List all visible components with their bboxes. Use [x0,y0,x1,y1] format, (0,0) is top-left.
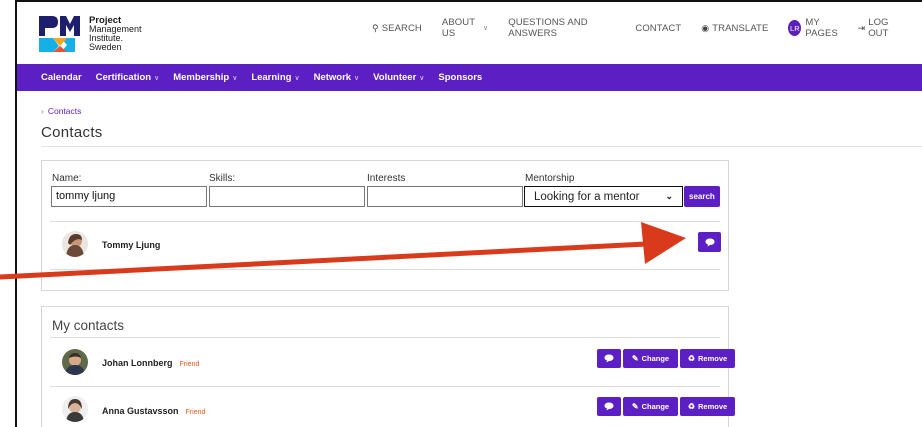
chevron-down-icon: ∨ [154,74,160,82]
edit-icon: ✎ [631,354,639,363]
nav-network[interactable]: Network ∨ [314,72,360,83]
interests-input[interactable] [367,186,523,207]
my-contacts-panel: My contacts Johan Lonnberg Friend ✎ Change… [41,306,735,427]
top-my-pages-link[interactable]: LR MY PAGES [788,17,845,39]
pmi-logo[interactable]: Project Management Institute. Sweden [39,16,142,52]
chevron-down-icon: ∨ [419,74,425,82]
remove-button[interactable]: ♻ Remove [680,397,735,416]
breadcrumb: › Contacts [41,106,81,116]
nav-certification[interactable]: Certification ∨ [96,72,160,83]
chat-icon [604,354,614,363]
chevron-down-icon: ∨ [294,74,300,82]
user-avatar: LR [788,20,802,36]
row-divider [50,386,720,387]
site-header: Project Management Institute. Sweden ⚲ S… [17,2,922,64]
avatar [62,349,88,375]
skills-label: Skills: [209,173,236,184]
globe-icon: ◉ [701,22,710,33]
name-input[interactable]: tommy ljung [51,186,207,207]
logout-icon: ⇥ [857,22,866,33]
browser-page: Project Management Institute. Sweden ⚲ S… [15,0,922,427]
nav-learning[interactable]: Learning ∨ [251,72,299,83]
message-button[interactable] [597,397,621,416]
results-divider [50,269,720,270]
my-contacts-title: My contacts [52,318,125,333]
chevron-down-icon: ∨ [483,25,489,32]
section-divider [50,337,720,338]
remove-button[interactable]: ♻ Remove [680,349,735,368]
change-button[interactable]: ✎ Change [623,397,678,416]
top-navigation: ⚲ SEARCH ABOUT US ∨ QUESTIONS AND ANSWER… [372,17,922,39]
avatar [62,396,88,422]
edit-icon: ✎ [631,402,639,411]
message-button[interactable] [597,349,621,368]
mentorship-label: Mentorship [525,173,575,184]
friend-badge: Friend [185,409,206,416]
list-item[interactable]: Johan Lonnberg Friend [102,358,199,368]
nav-membership[interactable]: Membership ∨ [173,72,237,83]
skills-input[interactable] [209,186,365,207]
form-divider [50,221,720,222]
trash-icon: ♻ [687,354,695,363]
chat-icon [604,402,614,411]
logo-line-4: Sweden [89,42,122,52]
top-translate-link[interactable]: ◉ TRANSLATE [701,23,768,34]
top-about-link[interactable]: ABOUT US ∨ [442,17,488,39]
top-search-link[interactable]: ⚲ SEARCH [372,23,422,34]
nav-calendar[interactable]: Calendar [41,72,82,83]
chevron-down-icon: ∨ [354,74,360,82]
breadcrumb-contacts-link[interactable]: Contacts [48,106,82,116]
chevron-down-icon: ⌄ [665,191,673,201]
result-contact-name[interactable]: Tommy Ljung [102,240,160,250]
message-button[interactable] [698,232,721,252]
top-contact-link[interactable]: CONTACT [635,23,681,34]
nav-sponsors[interactable]: Sponsors [438,72,482,83]
chevron-right-icon: › [41,106,44,116]
contact-search-panel: Name: Skills: Interests Mentorship tommy… [41,160,729,291]
page-title: Contacts [41,124,103,141]
chat-icon [705,238,714,246]
list-item[interactable]: Anna Gustavsson Friend [102,406,205,416]
interests-label: Interests [367,173,406,184]
name-label: Name: [52,173,82,184]
avatar [62,231,88,257]
trash-icon: ♻ [687,402,695,411]
top-qa-link[interactable]: QUESTIONS AND ANSWERS [508,17,615,39]
nav-volunteer[interactable]: Volunteer ∨ [373,72,424,83]
main-navigation: Calendar Certification ∨ Membership ∨ Lear… [17,64,922,91]
pmi-logo-mark-icon [39,16,83,52]
search-icon: ⚲ [372,22,379,33]
chevron-down-icon: ∨ [232,74,238,82]
search-button[interactable]: search [684,186,720,207]
change-button[interactable]: ✎ Change [623,349,678,368]
title-divider [41,146,922,147]
friend-badge: Friend [179,361,200,368]
mentorship-select[interactable]: Looking for a mentor ⌄ [524,186,683,207]
top-logout-link[interactable]: ⇥ LOG OUT [858,17,902,39]
